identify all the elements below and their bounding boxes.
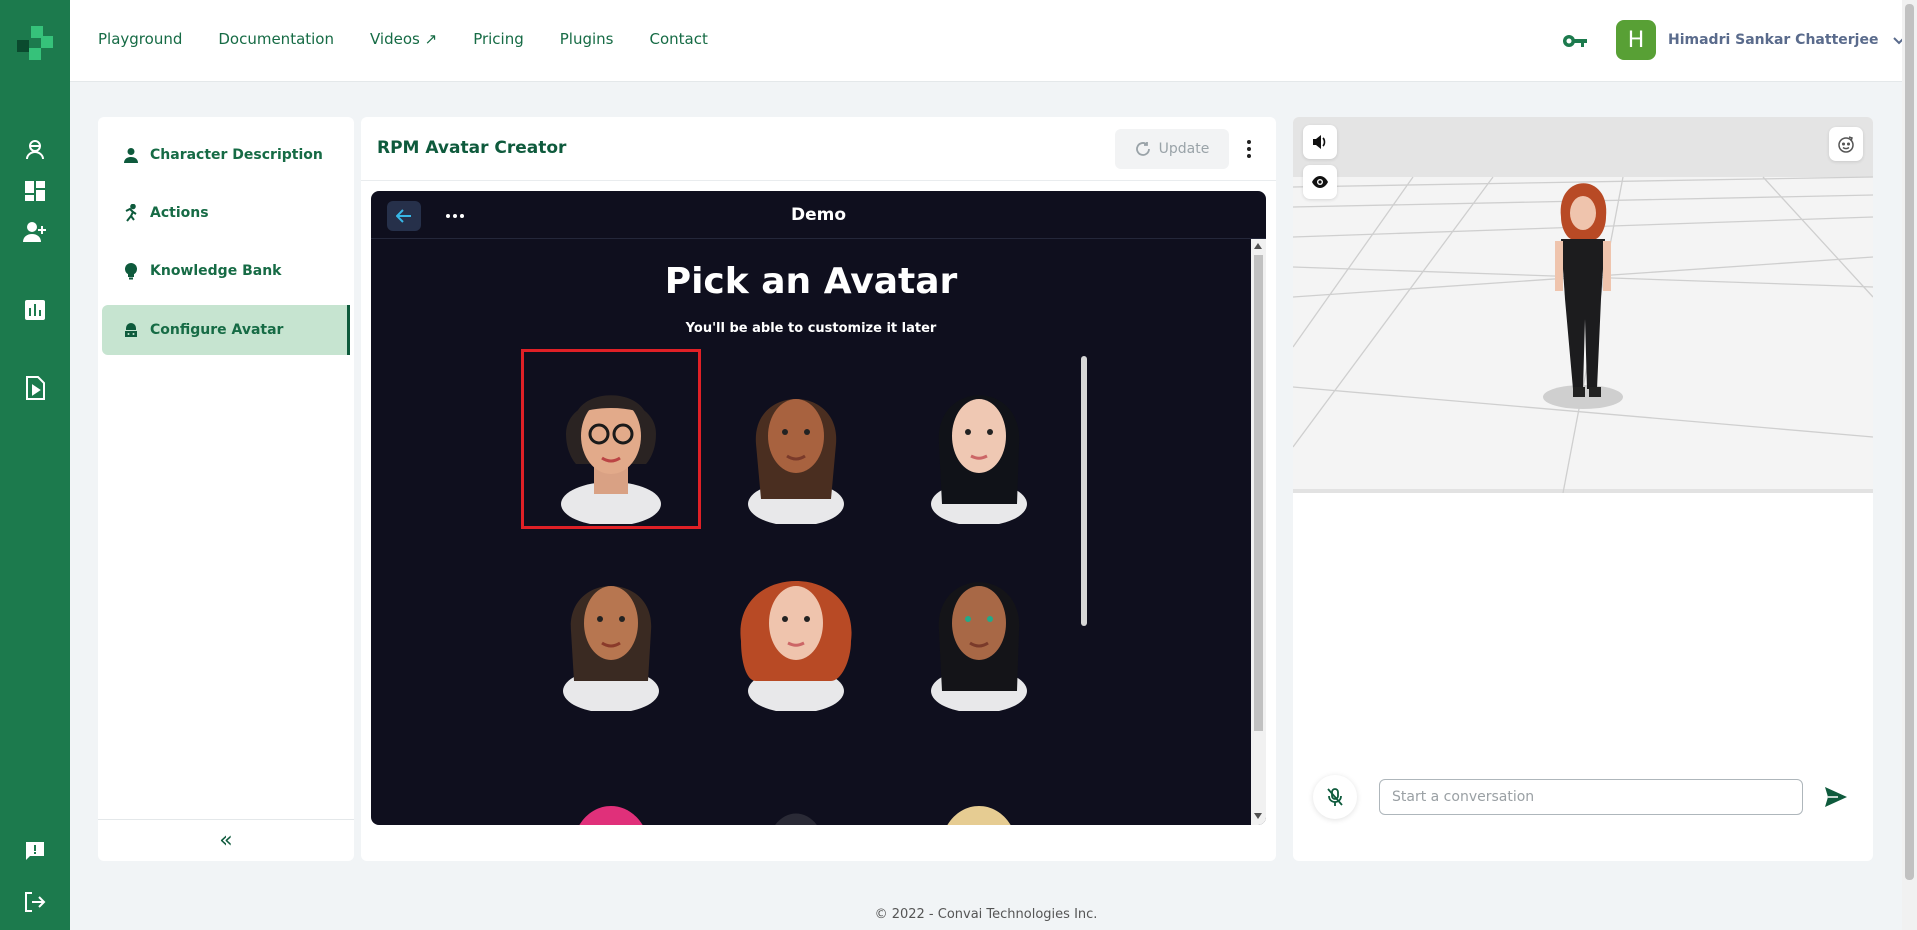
face-reset-icon[interactable] (1829, 127, 1863, 161)
sidebar-item-actions[interactable]: Actions (102, 188, 350, 238)
sidebar-item-knowledge-bank[interactable]: Knowledge Bank (102, 246, 350, 296)
avatar-option-6[interactable] (889, 536, 1069, 716)
avatar-option-2[interactable] (706, 349, 886, 529)
more-options-icon[interactable] (1241, 135, 1257, 163)
lightbulb-icon (122, 262, 140, 280)
pick-avatar-subheading: You'll be able to customize it later (685, 321, 937, 336)
avatar-option-1[interactable] (521, 349, 701, 529)
chat-input-row (1313, 772, 1853, 822)
frame-scrollbar[interactable] (1251, 239, 1266, 825)
user-menu[interactable]: H Himadri Sankar Chatterjee (1616, 20, 1906, 60)
update-label: Update (1158, 141, 1210, 157)
pick-avatar-heading: Pick an Avatar (664, 261, 958, 302)
avatar-3d-viewport[interactable] (1293, 117, 1873, 493)
sidebar-item-configure-avatar[interactable]: Configure Avatar (102, 305, 350, 355)
preview-panel (1293, 117, 1873, 861)
divider (361, 180, 1276, 181)
logout-icon[interactable] (22, 889, 48, 915)
eye-icon[interactable] (1303, 165, 1337, 199)
footer-copyright: © 2022 - Convai Technologies Inc. (874, 907, 1098, 922)
nav-plugins[interactable]: Plugins (560, 30, 614, 48)
characters-icon[interactable] (22, 136, 48, 162)
nav-pricing[interactable]: Pricing (473, 30, 524, 48)
sidebar-item-label: Configure Avatar (150, 322, 284, 338)
add-user-icon[interactable] (22, 219, 48, 245)
sidebar-item-character-description[interactable]: Character Description (102, 130, 350, 180)
avatar: H (1616, 20, 1656, 60)
settings-sidebar: Character Description Actions Knowledge … (98, 117, 354, 861)
avatar-option-5[interactable] (706, 536, 886, 716)
person-icon (122, 146, 140, 164)
nav-videos[interactable]: Videos ↗ (370, 30, 437, 48)
mic-muted-icon[interactable] (1313, 775, 1357, 819)
feedback-icon[interactable] (22, 838, 48, 864)
rpm-creator-frame: Demo Pick an Avatar You'll be able to cu… (371, 191, 1266, 825)
nav-playground[interactable]: Playground (98, 30, 182, 48)
sidebar-item-label: Actions (150, 205, 209, 221)
avatar-option-4[interactable] (521, 536, 701, 716)
avatar-option-3[interactable] (889, 349, 1069, 529)
avatar-option-7[interactable] (521, 731, 701, 825)
sidebar-item-label: Character Description (150, 147, 323, 163)
page-scrollbar[interactable] (1902, 0, 1917, 930)
nav-documentation[interactable]: Documentation (218, 30, 334, 48)
nav-contact[interactable]: Contact (649, 30, 707, 48)
video-file-icon[interactable] (22, 375, 48, 401)
avatar-creator-panel: RPM Avatar Creator Update Demo Pick an A… (361, 117, 1276, 861)
api-key-icon[interactable] (1562, 29, 1588, 53)
avatar-option-9[interactable] (889, 731, 1069, 825)
avatar-option-8[interactable] (706, 731, 886, 825)
avatar-list-scrollbar[interactable] (1081, 356, 1087, 626)
collapse-sidebar-button[interactable]: « (98, 819, 354, 861)
analytics-icon[interactable] (22, 297, 48, 323)
sidebar-item-label: Knowledge Bank (150, 263, 282, 279)
creator-header: Demo (371, 191, 1266, 239)
avatar-config-icon (122, 321, 140, 339)
top-bar: Playground Documentation Videos ↗ Pricin… (70, 0, 1906, 82)
main-nav: Playground Documentation Videos ↗ Pricin… (98, 30, 708, 48)
dashboard-icon[interactable] (22, 178, 48, 204)
refresh-icon (1135, 142, 1150, 156)
volume-icon[interactable] (1303, 125, 1337, 159)
running-icon (122, 204, 140, 222)
creator-title: Demo (790, 205, 847, 225)
avatar-figure (1543, 183, 1623, 409)
user-name: Himadri Sankar Chatterjee (1668, 32, 1879, 48)
left-rail (0, 0, 70, 930)
chat-input[interactable] (1379, 779, 1803, 815)
convai-logo[interactable] (17, 26, 53, 60)
panel-title: RPM Avatar Creator (377, 138, 567, 158)
update-button[interactable]: Update (1115, 129, 1229, 169)
send-icon[interactable] (1823, 784, 1849, 810)
